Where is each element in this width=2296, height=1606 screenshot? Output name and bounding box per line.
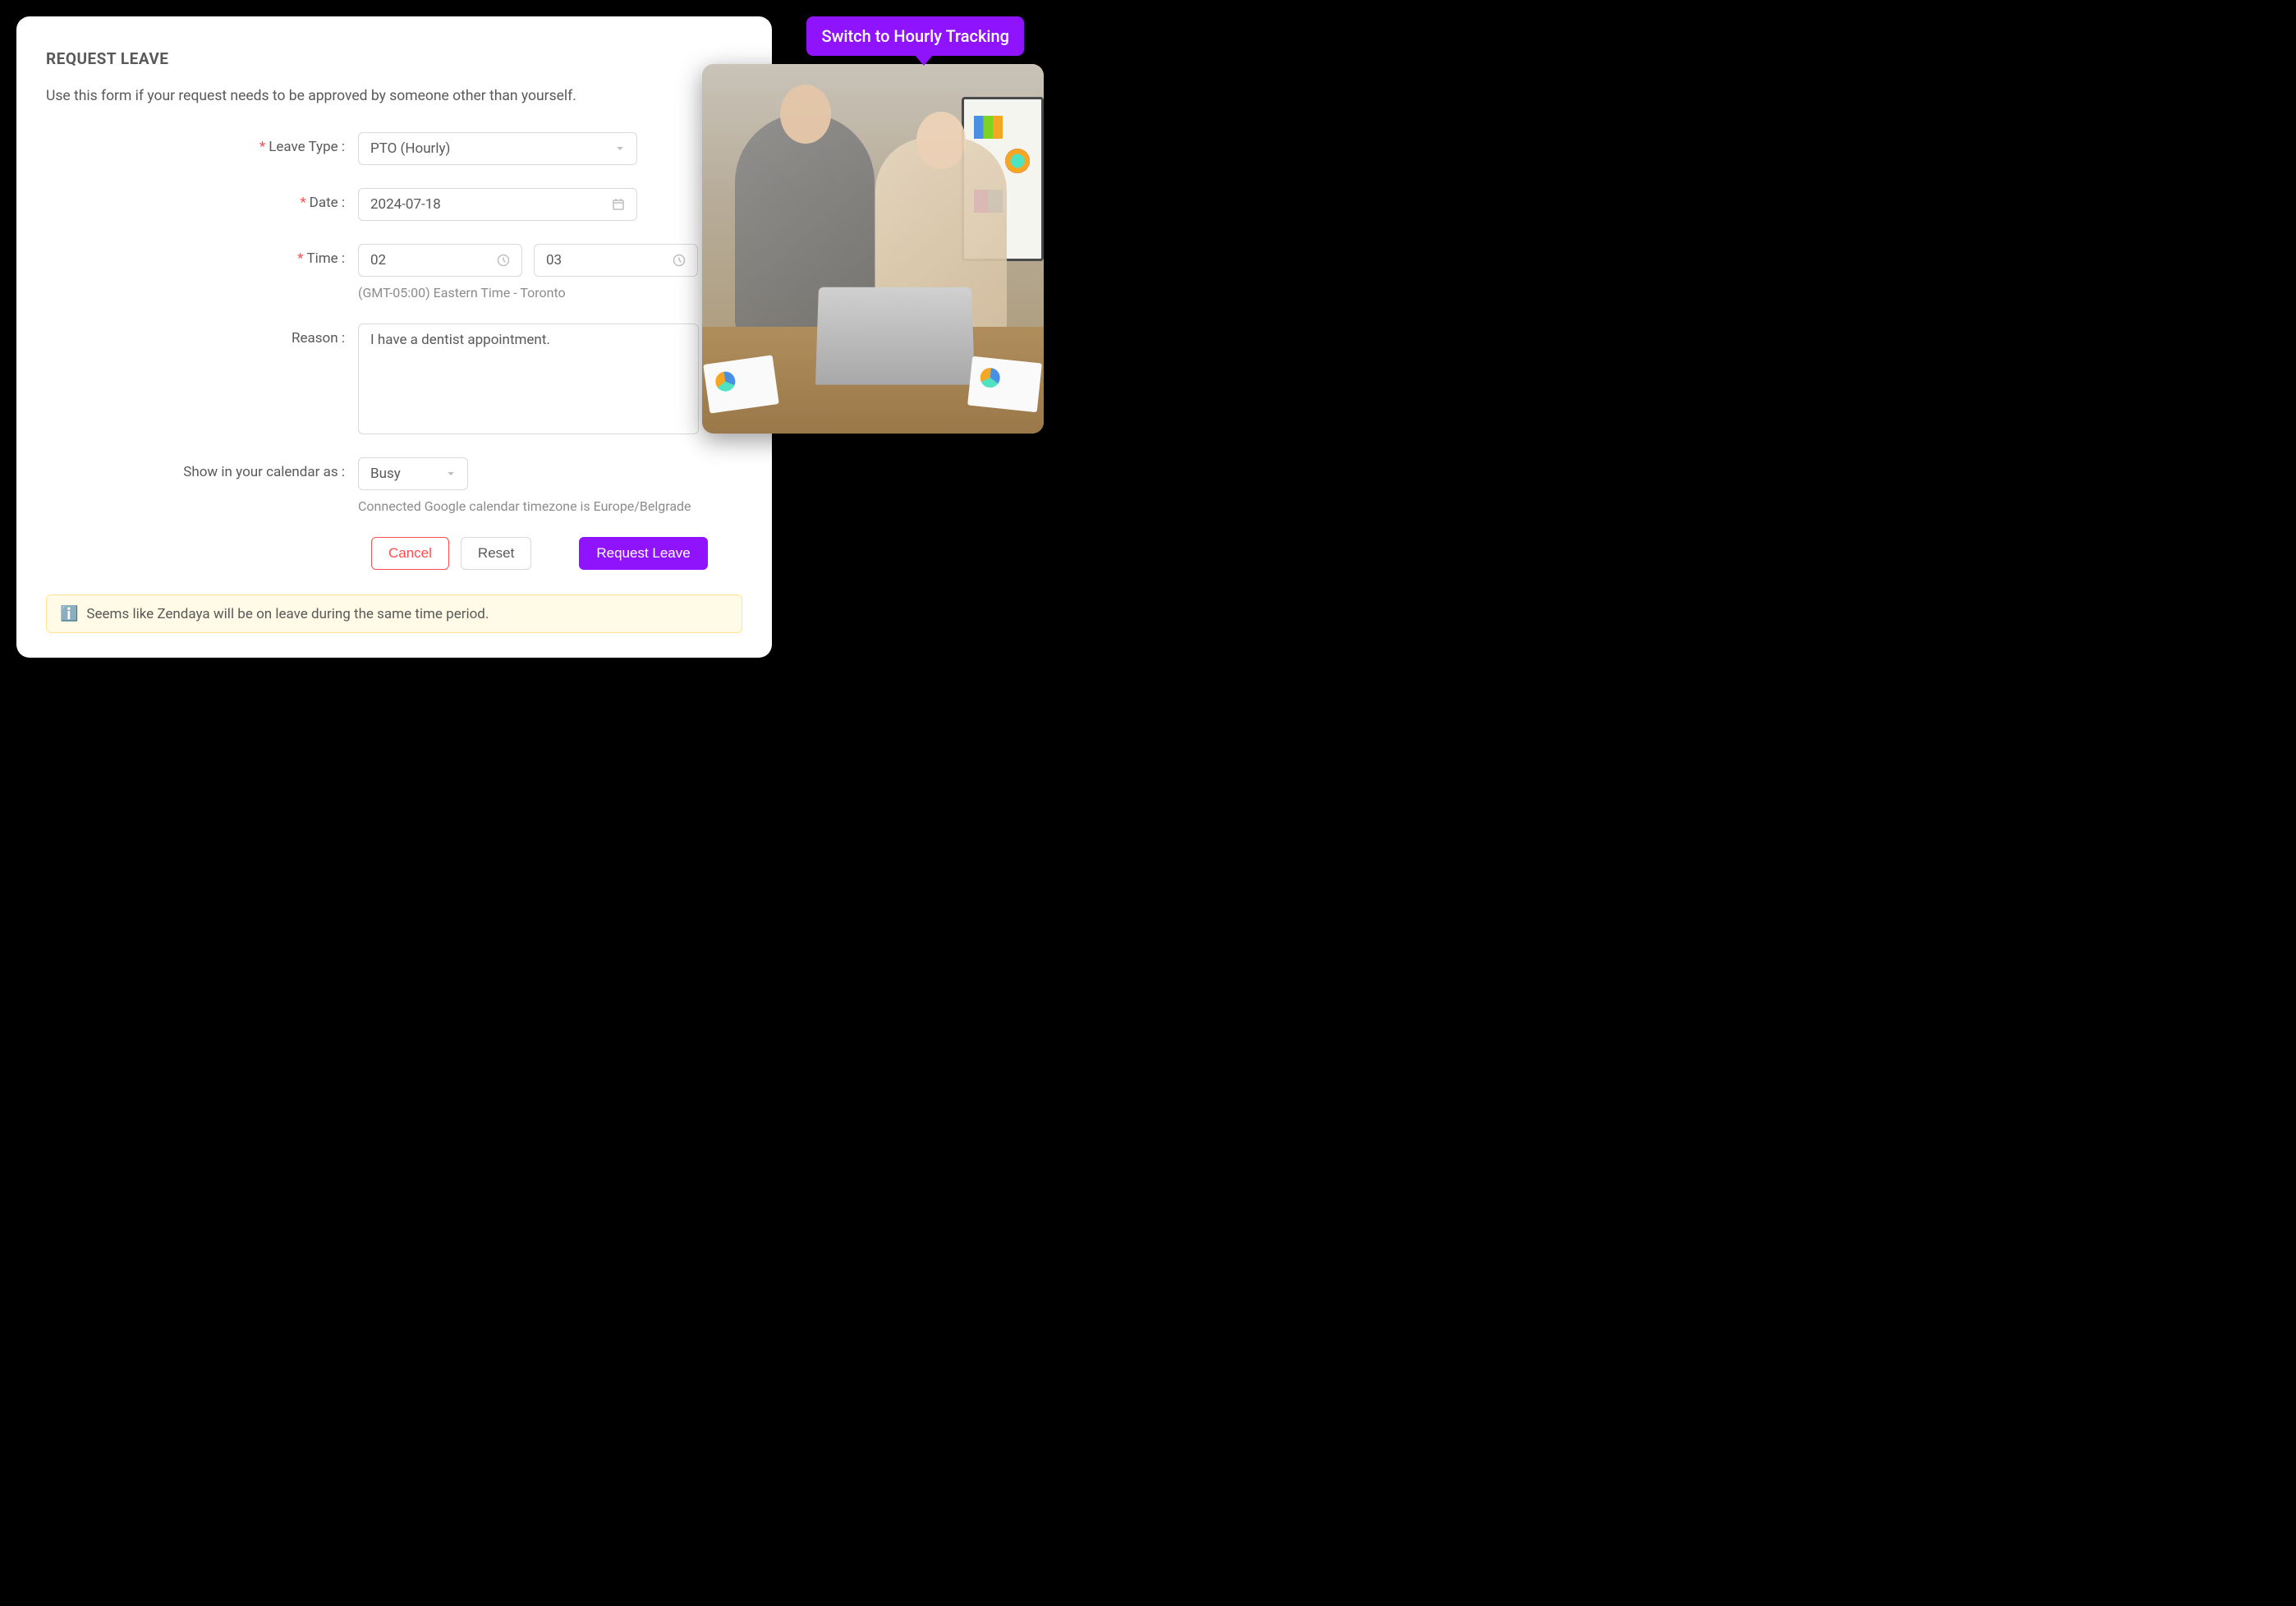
modal-title: REQUEST LEAVE xyxy=(46,49,742,68)
reason-textarea[interactable] xyxy=(358,323,699,434)
calendar-helper-text: Connected Google calendar timezone is Eu… xyxy=(358,498,742,514)
date-label: *Date : xyxy=(46,188,358,211)
modal-subtitle: Use this form if your request needs to b… xyxy=(46,88,742,104)
reason-label: Reason : xyxy=(46,323,358,346)
calendar-status-label: Show in your calendar as : xyxy=(46,457,358,480)
required-marker: * xyxy=(259,139,265,155)
time-start-input[interactable]: 02 xyxy=(358,244,522,277)
required-marker: * xyxy=(300,195,305,211)
time-helper-text: (GMT-05:00) Eastern Time - Toronto xyxy=(358,285,742,301)
hourly-tracking-tooltip: Switch to Hourly Tracking xyxy=(806,16,1024,56)
leave-type-select[interactable]: PTO (Hourly) xyxy=(358,132,637,165)
chevron-down-icon xyxy=(615,144,625,154)
promo-photo xyxy=(702,64,1044,434)
alert-text: Seems like Zendaya will be on leave duri… xyxy=(86,606,489,622)
chevron-down-icon xyxy=(446,469,456,479)
request-leave-button[interactable]: Request Leave xyxy=(579,537,707,570)
reason-row: Reason : xyxy=(46,323,742,434)
clock-icon xyxy=(673,254,686,267)
date-input[interactable]: 2024-07-18 xyxy=(358,188,637,221)
request-leave-modal: REQUEST LEAVE Use this form if your requ… xyxy=(16,16,772,658)
overlap-alert: ℹ️ Seems like Zendaya will be on leave d… xyxy=(46,594,742,633)
clock-icon xyxy=(497,254,510,267)
calendar-status-row: Show in your calendar as : Busy Connecte… xyxy=(46,457,742,514)
button-row: Cancel Reset Request Leave xyxy=(371,537,742,570)
date-row: *Date : 2024-07-18 xyxy=(46,188,742,221)
leave-type-row: *Leave Type : PTO (Hourly) xyxy=(46,132,742,165)
calendar-status-select[interactable]: Busy xyxy=(358,457,468,490)
required-marker: * xyxy=(297,250,303,267)
time-end-input[interactable]: 03 xyxy=(534,244,698,277)
info-icon: ℹ️ xyxy=(60,605,78,622)
reset-button[interactable]: Reset xyxy=(461,537,531,570)
leave-type-label: *Leave Type : xyxy=(46,132,358,155)
time-label: *Time : xyxy=(46,244,358,267)
cancel-button[interactable]: Cancel xyxy=(371,537,449,570)
calendar-icon xyxy=(612,198,625,211)
time-row: *Time : 02 03 (GMT-05:00) Eastern Time -… xyxy=(46,244,742,301)
